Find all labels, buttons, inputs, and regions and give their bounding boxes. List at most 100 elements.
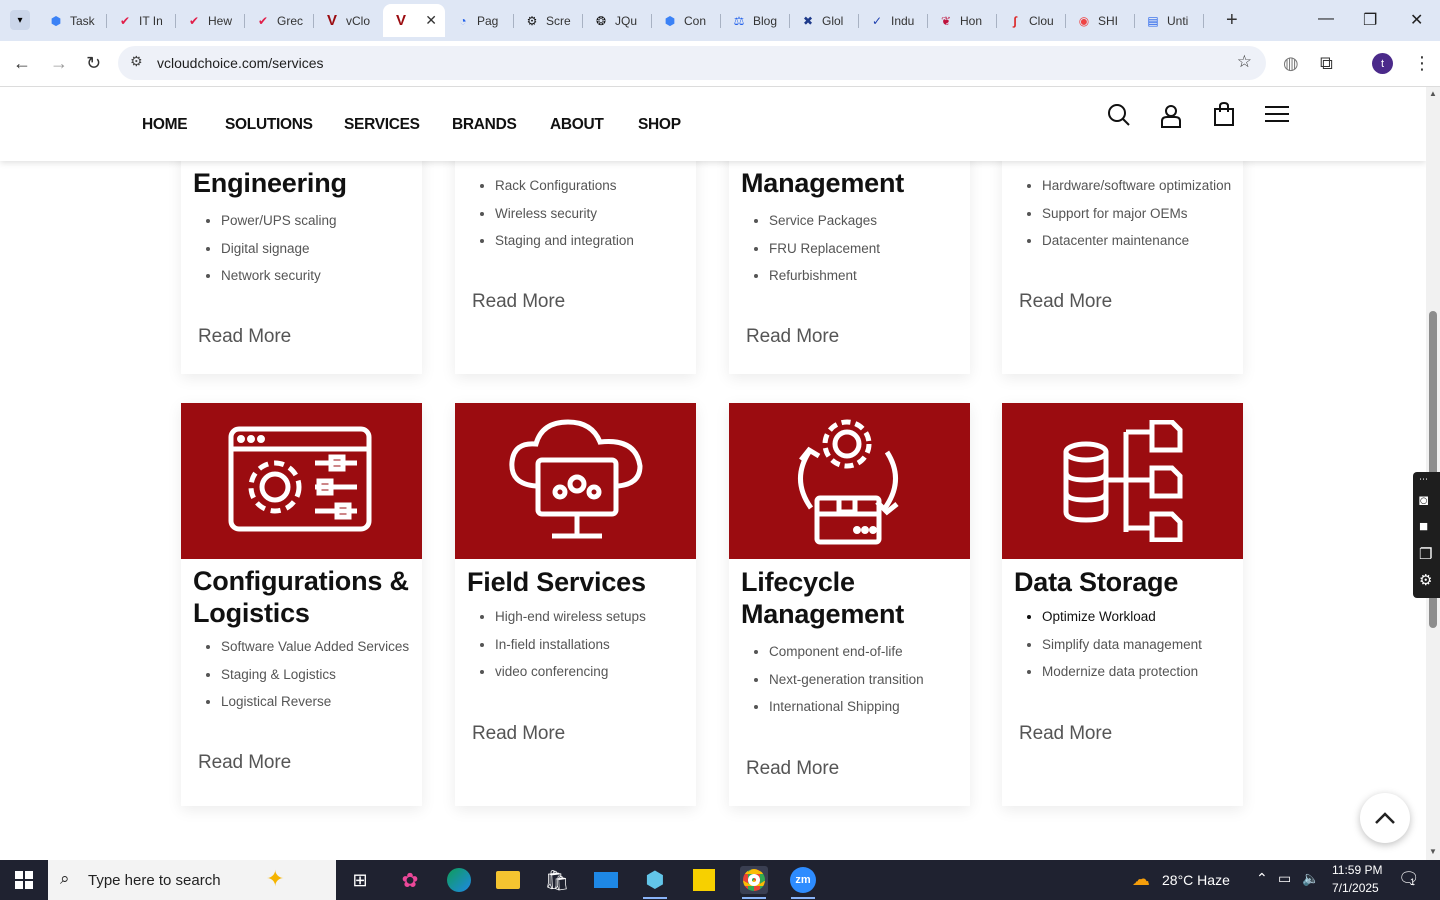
read-more-link[interactable]: Read More [746, 326, 839, 348]
read-more-link[interactable]: Read More [472, 723, 565, 745]
app-hex-icon[interactable]: ⬢ [641, 866, 669, 899]
drag-handle-icon[interactable]: ⋯ [1419, 474, 1428, 485]
user-icon[interactable] [1160, 104, 1182, 128]
browser-tab[interactable]: ⬢ Con [652, 4, 721, 37]
address-bar[interactable]: ⚙ vcloudchoice.com/services ☆ [118, 46, 1266, 80]
tray-overflow-icon[interactable]: ⌃ [1256, 870, 1268, 887]
browser-tab[interactable]: ✔ Grec [245, 4, 314, 37]
mail-icon[interactable] [592, 866, 620, 894]
browser-tab[interactable]: VvClo [314, 4, 383, 37]
store-icon[interactable]: 🛍 [543, 866, 571, 894]
card-feature-list: Component end-of-life Next-generation tr… [769, 642, 924, 725]
nav-home[interactable]: HOME [142, 116, 188, 134]
nav-about[interactable]: ABOUT [550, 116, 604, 134]
profile-avatar[interactable]: t [1372, 53, 1393, 74]
back-icon[interactable]: ← [13, 53, 31, 74]
tab-label: Scre [546, 13, 571, 28]
browser-tab[interactable]: ✖ Glol [790, 4, 859, 37]
read-more-link[interactable]: Read More [198, 752, 291, 774]
tab-search-button[interactable]: ▾ [10, 10, 30, 30]
card-feature-list: Software Value Added Services Staging & … [221, 637, 409, 720]
openai-icon: ❂ [595, 13, 607, 28]
file-explorer-icon[interactable] [494, 866, 522, 894]
browser-tab[interactable]: ❦ Hon [928, 4, 997, 37]
nav-services[interactable]: SERVICES [344, 116, 420, 134]
site-info-icon[interactable]: ⚙ [130, 53, 143, 70]
scroll-down-arrow-icon[interactable]: ▼ [1429, 847, 1437, 856]
read-more-link[interactable]: Read More [198, 326, 291, 348]
browser-tab[interactable]: ✓ Indu [859, 4, 928, 37]
bookmark-star-icon[interactable]: ☆ [1237, 52, 1252, 72]
card-feature-list: Rack Configurations Wireless security St… [495, 176, 634, 259]
read-more-link[interactable]: Read More [472, 291, 565, 313]
reload-icon[interactable]: ↻ [86, 53, 101, 74]
browser-tab[interactable]: ❂ JQu [583, 4, 652, 37]
browser-tab[interactable]: ▤ Unti [1135, 4, 1204, 37]
feature-item: Next-generation transition [769, 670, 924, 698]
feature-item: Datacenter maintenance [1042, 231, 1231, 259]
browser-tab[interactable]: ◉ SHI [1066, 4, 1135, 37]
scale-icon: ⚖ [733, 13, 745, 28]
browser-tab[interactable]: ✔ Hew [176, 4, 245, 37]
restore-icon[interactable]: ❐ [1363, 10, 1377, 30]
chrome-icon[interactable] [740, 866, 768, 899]
camera-icon[interactable]: ◙ [1419, 492, 1428, 509]
video-icon[interactable]: ■ [1419, 518, 1428, 535]
new-tab-button[interactable]: + [1226, 9, 1238, 32]
browser-tab[interactable]: ⚙ Scre [514, 4, 583, 37]
card-feature-list: High-end wireless setups In-field instal… [495, 607, 646, 690]
doc-icon: ▤ [1147, 13, 1159, 28]
browser-tab[interactable]: ⬢ Task [38, 4, 107, 37]
network-icon[interactable]: ▭ [1278, 870, 1291, 887]
tab-strip: ⬢ Task ✔ IT In ✔ Hew ✔ Grec VvClo V ✕ ◔ Pag ⚙ S… [38, 4, 1204, 37]
scroll-to-top-button[interactable] [1360, 793, 1410, 843]
extensions-icon[interactable]: ⧉ [1320, 53, 1333, 74]
read-more-link[interactable]: Read More [1019, 291, 1112, 313]
read-more-link[interactable]: Read More [1019, 723, 1112, 745]
copilot-icon[interactable]: ✿ [396, 866, 424, 894]
start-button[interactable] [0, 860, 48, 900]
card-image [181, 403, 422, 559]
windows-taskbar: ⌕ Type here to search ✦ ⊞ ✿ 🛍 ⬢ zm ☁ 28°… [0, 860, 1440, 900]
close-window-icon[interactable]: ✕ [1410, 10, 1423, 30]
swoosh-icon: ∫ [1013, 13, 1017, 28]
settings-gear-icon[interactable]: ⚙ [1419, 571, 1432, 589]
browser-tab[interactable]: ◔ Pag [445, 4, 514, 37]
service-card-field-services: Field Services High-end wireless setups … [455, 403, 696, 806]
browser-tab-bar: ▾ ⬢ Task ✔ IT In ✔ Hew ✔ Grec VvClo V ✕ ◔ Pag … [0, 0, 1440, 41]
browser-tab-active[interactable]: V ✕ [383, 4, 445, 37]
card-feature-list: Hardware/software optimization Support f… [1042, 176, 1231, 259]
weather-text[interactable]: 28°C Haze [1162, 872, 1230, 888]
sticky-notes-icon[interactable] [690, 866, 718, 894]
minimize-icon[interactable]: — [1318, 10, 1334, 28]
taskbar-search-box[interactable]: ⌕ Type here to search ✦ [48, 860, 336, 900]
browser-tab[interactable]: ∫ Clou [997, 4, 1066, 37]
search-icon[interactable] [1107, 103, 1131, 127]
browser-menu-icon[interactable]: ⋮ [1413, 53, 1431, 74]
tab-label: vClo [346, 13, 371, 28]
scroll-up-arrow-icon[interactable]: ▲ [1429, 89, 1437, 98]
nav-solutions[interactable]: SOLUTIONS [225, 116, 313, 134]
clock-date[interactable]: 7/1/2025 [1332, 881, 1379, 895]
hamburger-menu-icon[interactable] [1265, 105, 1289, 123]
zoom-icon[interactable]: zm [789, 866, 817, 899]
notification-icon[interactable]: 🗨 [1398, 869, 1420, 889]
feature-item: Staging & Logistics [221, 665, 409, 693]
close-tab-icon[interactable]: ✕ [425, 12, 437, 29]
forward-icon[interactable]: → [50, 53, 68, 74]
browser-tab[interactable]: ✔ IT In [107, 4, 176, 37]
read-more-link[interactable]: Read More [746, 758, 839, 780]
nav-shop[interactable]: SHOP [638, 116, 681, 134]
browser-tab[interactable]: ⚖ Blog [721, 4, 790, 37]
weather-icon[interactable]: ☁ [1132, 869, 1150, 890]
volume-icon[interactable]: 🔈 [1302, 870, 1319, 887]
shopping-bag-icon[interactable] [1213, 101, 1235, 127]
window-capture-icon[interactable]: ❐ [1419, 545, 1432, 563]
translate-icon[interactable]: ◍ [1283, 53, 1299, 74]
tab-label: Hon [960, 13, 983, 28]
task-view-icon[interactable]: ⊞ [346, 866, 374, 894]
url-text[interactable]: vcloudchoice.com/services [157, 55, 324, 71]
clock-time[interactable]: 11:59 PM [1332, 863, 1382, 877]
nav-brands[interactable]: BRANDS [452, 116, 517, 134]
edge-icon[interactable] [445, 866, 473, 894]
